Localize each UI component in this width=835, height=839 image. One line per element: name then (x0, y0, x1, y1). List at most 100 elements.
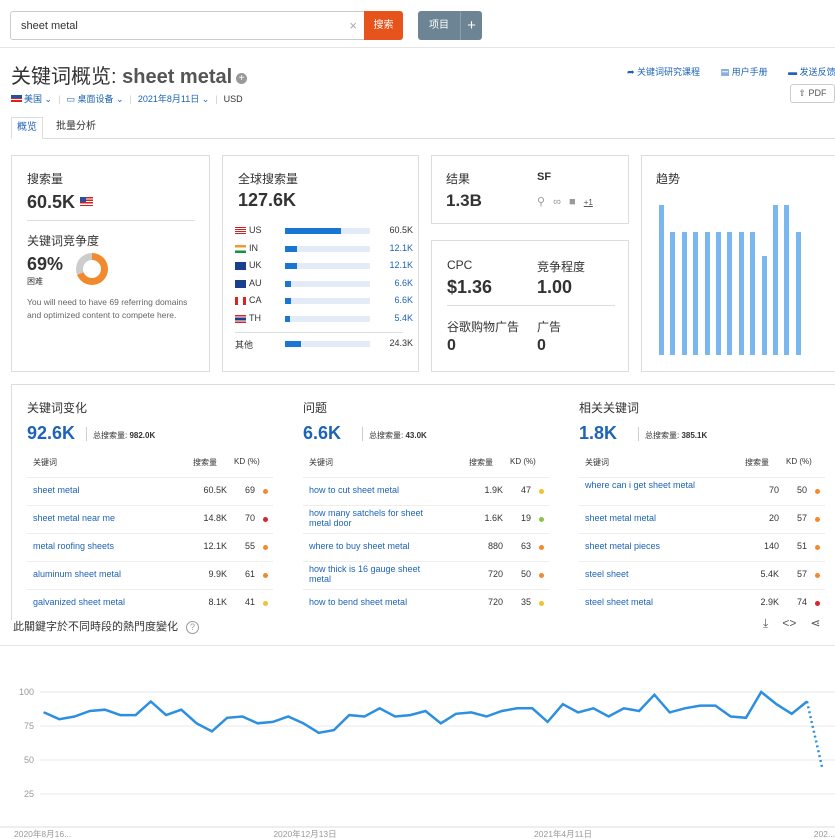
keyword-link[interactable]: how to cut sheet metal (309, 485, 439, 495)
manual-link[interactable]: ▤ 用户手册 (721, 67, 777, 77)
interest-point (699, 704, 701, 707)
kd-dot-icon (263, 573, 268, 578)
country-row-in[interactable]: IN 12.1K (235, 243, 415, 255)
country-value[interactable]: 6.6K (375, 278, 413, 288)
date-selector[interactable]: 2021年8月11日 ⌄ (138, 94, 209, 104)
keyword-volume: 1.6K (484, 513, 503, 523)
add-keyword-icon[interactable]: + (236, 73, 248, 84)
column-header-keyword: 关键词 (309, 458, 333, 467)
table-row: where to buy sheet metal 880 63 (303, 533, 549, 561)
pdf-export-button[interactable]: ⇧ PDF (790, 84, 835, 103)
column-header-volume[interactable]: 搜索量 (745, 457, 769, 468)
course-link[interactable]: ➦ 关键词研究课程 (627, 67, 709, 77)
keyword-link[interactable]: aluminum sheet metal (33, 569, 163, 579)
us-flag-icon (235, 227, 246, 235)
clear-search-icon[interactable]: × (349, 18, 357, 33)
keyword-link[interactable]: how many satchels for sheet metal door (309, 508, 439, 528)
country-value[interactable]: 12.1K (375, 260, 413, 270)
column-header-kd[interactable]: KD (%) (510, 457, 536, 466)
project-button[interactable]: 项目 + (418, 11, 482, 40)
section-total-label: 总搜索量: (645, 431, 682, 440)
column-header-kd[interactable]: KD (%) (234, 457, 260, 466)
keyword-kd: 47 (520, 485, 531, 495)
table-row: how to cut sheet metal 1.9K 47 (303, 477, 549, 505)
divider (638, 427, 639, 441)
country-value[interactable]: 6.6K (375, 295, 413, 305)
country-bar (285, 245, 370, 252)
table-row: galvanized sheet metal 8.1K 41 (27, 589, 273, 617)
country-label: 美国 (24, 94, 43, 104)
search-button[interactable]: 搜索 (364, 11, 403, 40)
column-header-volume[interactable]: 搜索量 (469, 457, 493, 468)
kd-dot-icon (539, 517, 544, 522)
country-row-uk[interactable]: UK 12.1K (235, 260, 415, 272)
interest-point (729, 715, 732, 718)
link-icon: ∞ (553, 196, 561, 208)
keyword-link[interactable]: galvanized sheet metal (33, 597, 163, 607)
kd-dot-icon (263, 489, 268, 494)
feedback-link[interactable]: ▬ 发送反馈 (788, 67, 835, 77)
serp-features-more[interactable]: +1 (584, 198, 593, 207)
country-code: US (249, 225, 262, 235)
interest-point (501, 710, 503, 712)
country-value[interactable]: 12.1K (375, 243, 413, 253)
interest-line-partial (805, 701, 824, 768)
add-project-icon[interactable]: + (460, 11, 482, 40)
share-icon[interactable]: ⋖ (810, 616, 820, 630)
device-selector[interactable]: ▭ 桌面设备 ⌄ (66, 94, 123, 104)
keyword-kd: 35 (520, 597, 531, 607)
shopping-ads-value: 0 (447, 337, 456, 354)
interest-point (424, 710, 427, 712)
embed-code-icon[interactable]: <> (782, 616, 796, 630)
keyword-kd: 50 (520, 569, 531, 579)
country-row-ca[interactable]: CA 6.6K (235, 295, 415, 307)
interest-point (684, 707, 686, 710)
tab-overview[interactable]: 概览 (11, 117, 43, 139)
volume-card: 搜索量 60.5K 关键词竞争度 69% 困难 You will need to… (11, 155, 210, 372)
x-tick-label: 2020年12月13日 (273, 829, 336, 839)
keyword-volume: 5.4K (760, 569, 779, 579)
section-count[interactable]: 6.6K (303, 423, 341, 444)
section-total-label: 总搜索量: (93, 431, 130, 440)
course-link-label: 关键词研究课程 (637, 67, 701, 77)
keyword-link[interactable]: sheet metal (33, 485, 163, 495)
trend-bar (784, 205, 790, 355)
keyword-link[interactable]: where to buy sheet metal (309, 541, 439, 551)
country-bar-fill (285, 298, 291, 304)
keyword-link[interactable]: metal roofing sheets (33, 541, 163, 551)
keyword-link[interactable]: steel sheet (585, 569, 715, 579)
country-bar (285, 263, 370, 269)
country-value[interactable]: 5.4K (375, 313, 413, 323)
interest-point (485, 715, 488, 718)
interest-point (516, 707, 518, 710)
download-icon[interactable]: ⤓ (763, 616, 768, 630)
help-icon[interactable]: ? (186, 621, 199, 634)
section-count[interactable]: 92.6K (27, 423, 75, 444)
kd-dot-icon (539, 545, 544, 550)
manual-link-label: 用户手册 (731, 67, 768, 77)
country-row-other: 其他 24.3K (235, 338, 415, 350)
column-header-volume[interactable]: 搜索量 (193, 457, 217, 468)
interest-point (623, 707, 625, 710)
search-input[interactable]: sheet metal × (10, 11, 366, 40)
keyword-link[interactable]: sheet metal pieces (585, 541, 715, 551)
country-selector[interactable]: 美国 ⌄ (11, 94, 52, 104)
keyword-link[interactable]: how thick is 16 gauge sheet metal (309, 564, 439, 584)
trend-bar (704, 232, 710, 355)
country-row-th[interactable]: TH 5.4K (235, 313, 415, 325)
column-header-kd[interactable]: KD (%) (786, 457, 812, 466)
section-count[interactable]: 1.8K (579, 423, 617, 444)
au-flag-icon (235, 279, 246, 288)
keyword-link[interactable]: how to bend sheet metal (309, 597, 439, 607)
keyword-link[interactable]: where can i get sheet metal (585, 480, 715, 490)
tab-bulk-analysis[interactable]: 批量分析 (51, 117, 101, 139)
keyword-volume: 70 (768, 485, 779, 495)
interest-point (440, 722, 442, 725)
global-volume-label: 全球搜索量 (238, 172, 299, 186)
keyword-link[interactable]: sheet metal metal (585, 513, 715, 523)
keyword-link[interactable]: steel sheet metal (585, 597, 715, 607)
interest-chart-title: 此關鍵字於不同時段的熱門度變化? (13, 618, 199, 634)
global-volume-card: 全球搜索量 127.6K US 60.5K IN 12.1K UK 12.1K AU 6.6K… (222, 155, 419, 372)
country-row-au[interactable]: AU 6.6K (235, 278, 415, 290)
keyword-link[interactable]: sheet metal near me (33, 513, 163, 523)
